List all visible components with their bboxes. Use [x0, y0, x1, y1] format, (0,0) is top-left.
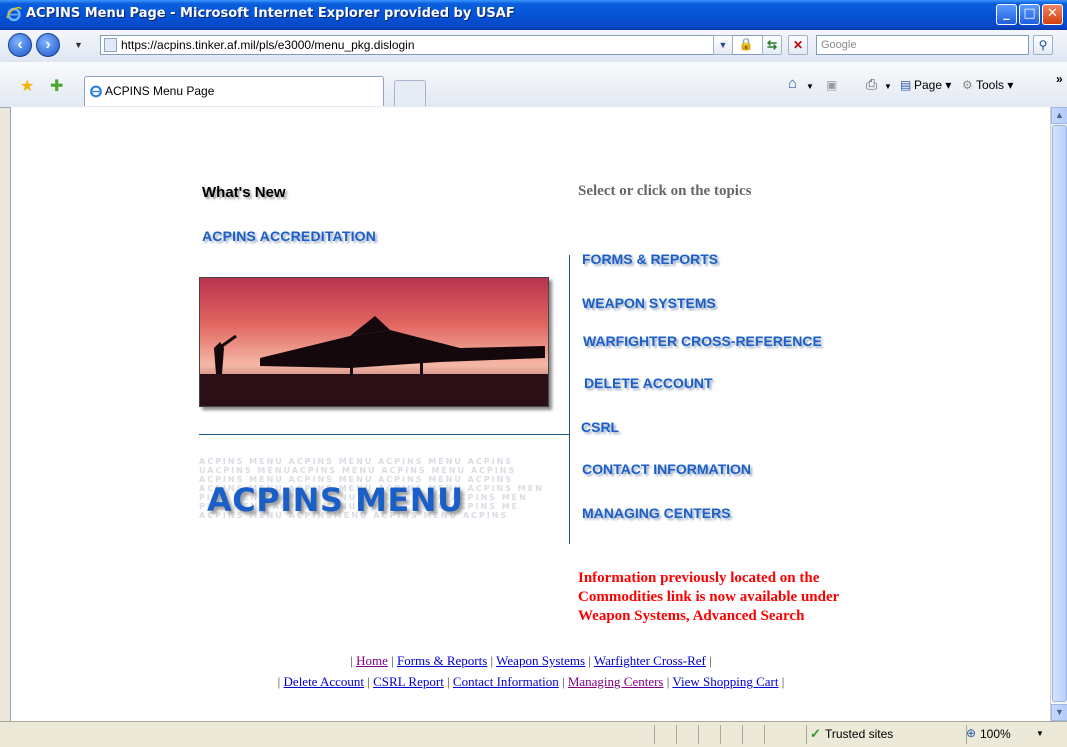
page-menu[interactable]: Page ▾: [914, 78, 951, 92]
status-pane-divider: [698, 725, 699, 744]
refresh-icon[interactable]: ⇆: [762, 35, 782, 55]
topic-csrl[interactable]: CSRL: [581, 419, 619, 435]
scroll-down-arrow[interactable]: ▼: [1051, 704, 1067, 721]
tab-toolbar: ★ ✚ ACPINS Menu Page ⌂ ▼ ▣ ⎙ ▼ ▤ Page ▾ …: [0, 62, 1067, 108]
zoom-dropdown-icon[interactable]: ▼: [1036, 729, 1044, 738]
page-menu-label: Page: [914, 78, 943, 92]
minimize-button[interactable]: _: [996, 4, 1017, 25]
maximize-button[interactable]: □: [1019, 4, 1040, 25]
home-dropdown-icon[interactable]: ▼: [806, 82, 814, 91]
status-pane-divider: [764, 725, 765, 744]
footer-link-csrl-report[interactable]: CSRL Report: [373, 674, 444, 689]
home-icon[interactable]: ⌂: [788, 75, 797, 92]
topic-delete-account[interactable]: DELETE ACCOUNT: [584, 375, 713, 391]
trusted-check-icon: ✓: [810, 726, 821, 741]
select-topics-heading: Select or click on the topics: [578, 183, 752, 199]
close-button[interactable]: ✕: [1042, 4, 1063, 25]
address-text: https://acpins.tinker.af.mil/pls/e3000/m…: [121, 38, 415, 52]
commodities-notice: Information previously located on the Co…: [578, 570, 840, 624]
scroll-up-arrow[interactable]: ▲: [1051, 107, 1067, 124]
watermark-line: ACPINS MENU ACPINS MENU ACPINS MENU ACPI…: [199, 457, 513, 466]
status-pane-divider: [720, 725, 721, 744]
back-button[interactable]: ‹: [8, 33, 32, 57]
footer-link-home[interactable]: Home: [356, 653, 388, 668]
tab-label: ACPINS Menu Page: [105, 84, 215, 98]
window-titlebar[interactable]: ACPINS Menu Page - Microsoft Internet Ex…: [0, 0, 1067, 30]
window-title: ACPINS Menu Page - Microsoft Internet Ex…: [26, 6, 515, 21]
forward-button[interactable]: ›: [36, 33, 60, 57]
zoom-icon: ⊕: [966, 726, 977, 740]
tab-ie-icon: [90, 85, 102, 98]
feeds-icon[interactable]: ▣: [826, 78, 837, 92]
status-pane-divider: [654, 725, 655, 744]
tab-acpins-menu[interactable]: ACPINS Menu Page: [84, 76, 384, 106]
whats-new-heading: What's New: [202, 184, 286, 201]
tools-menu-label: Tools: [976, 78, 1005, 92]
search-icon[interactable]: ⚲: [1033, 35, 1053, 55]
favorites-star-icon[interactable]: ★: [20, 76, 34, 96]
page-content: What's New Select or click on the topics…: [10, 107, 1051, 721]
print-dropdown-icon[interactable]: ▼: [884, 82, 892, 91]
topic-managing-centers[interactable]: MANAGING CENTERS: [582, 505, 731, 521]
footer-link-warfighter-cross-ref[interactable]: Warfighter Cross-Ref: [594, 653, 706, 668]
status-pane-divider: [676, 725, 677, 744]
tools-menu[interactable]: Tools ▾: [976, 78, 1013, 92]
topic-forms-reports[interactable]: FORMS & REPORTS: [582, 251, 718, 267]
vertical-scrollbar[interactable]: ▲ ▼: [1050, 107, 1067, 721]
footer-link-managing-centers[interactable]: Managing Centers: [568, 674, 664, 689]
stop-icon[interactable]: ✕: [788, 35, 808, 55]
zoom-level[interactable]: 100%: [980, 727, 1011, 741]
footer-link-delete-account[interactable]: Delete Account: [284, 674, 365, 689]
topic-weapon-systems[interactable]: WEAPON SYSTEMS: [582, 295, 716, 311]
stealth-aircraft-photo: [199, 277, 549, 407]
footer-link-view-shopping-cart[interactable]: View Shopping Cart: [672, 674, 778, 689]
acpins-menu-title: ACPINS MENU: [207, 481, 464, 519]
status-bar: ✓ Trusted sites ⊕ 100% ▼: [0, 721, 1067, 747]
address-toolbar: ‹ › ▼ https://acpins.tinker.af.mil/pls/e…: [0, 30, 1067, 63]
page-icon: [104, 38, 117, 52]
more-chevron-icon[interactable]: »: [1056, 72, 1063, 86]
vertical-divider: [569, 255, 570, 544]
scroll-thumb[interactable]: [1052, 125, 1067, 702]
status-pane-divider: [806, 725, 807, 744]
accreditation-link[interactable]: ACPINS ACCREDITATION: [202, 228, 376, 244]
footer-nav-row1: | Home | Forms & Reports | Weapon System…: [350, 653, 712, 668]
footer-link-contact-information[interactable]: Contact Information: [453, 674, 559, 689]
topic-warfighter-cross-reference[interactable]: WARFIGHTER CROSS-REFERENCE: [583, 333, 822, 349]
security-zone-label[interactable]: Trusted sites: [825, 727, 893, 741]
internet-explorer-icon: [6, 7, 22, 22]
address-dropdown-icon[interactable]: ▼: [713, 35, 733, 55]
watermark-line: UACPINS MENUACPINS MENU ACPINS MENU ACPI…: [199, 466, 517, 475]
footer-link-forms-reports[interactable]: Forms & Reports: [397, 653, 487, 668]
page-icon: ▤: [900, 78, 912, 92]
new-tab-button[interactable]: [394, 80, 426, 106]
status-pane-divider: [742, 725, 743, 744]
address-field[interactable]: https://acpins.tinker.af.mil/pls/e3000/m…: [100, 35, 780, 55]
search-input[interactable]: Google: [816, 35, 1029, 55]
aircraft-silhouette-image: [200, 316, 548, 406]
print-icon[interactable]: ⎙: [866, 76, 877, 93]
footer-nav-row2: | Delete Account | CSRL Report | Contact…: [277, 674, 785, 689]
history-dropdown-icon[interactable]: ▼: [74, 40, 83, 50]
footer-link-weapon-systems[interactable]: Weapon Systems: [496, 653, 585, 668]
topic-contact-information[interactable]: CONTACT INFORMATION: [582, 461, 751, 477]
horizontal-divider: [199, 434, 569, 435]
tools-gear-icon: ⚙: [962, 78, 973, 92]
add-favorites-icon[interactable]: ✚: [50, 76, 63, 96]
lock-icon[interactable]: 🔒: [736, 35, 756, 55]
